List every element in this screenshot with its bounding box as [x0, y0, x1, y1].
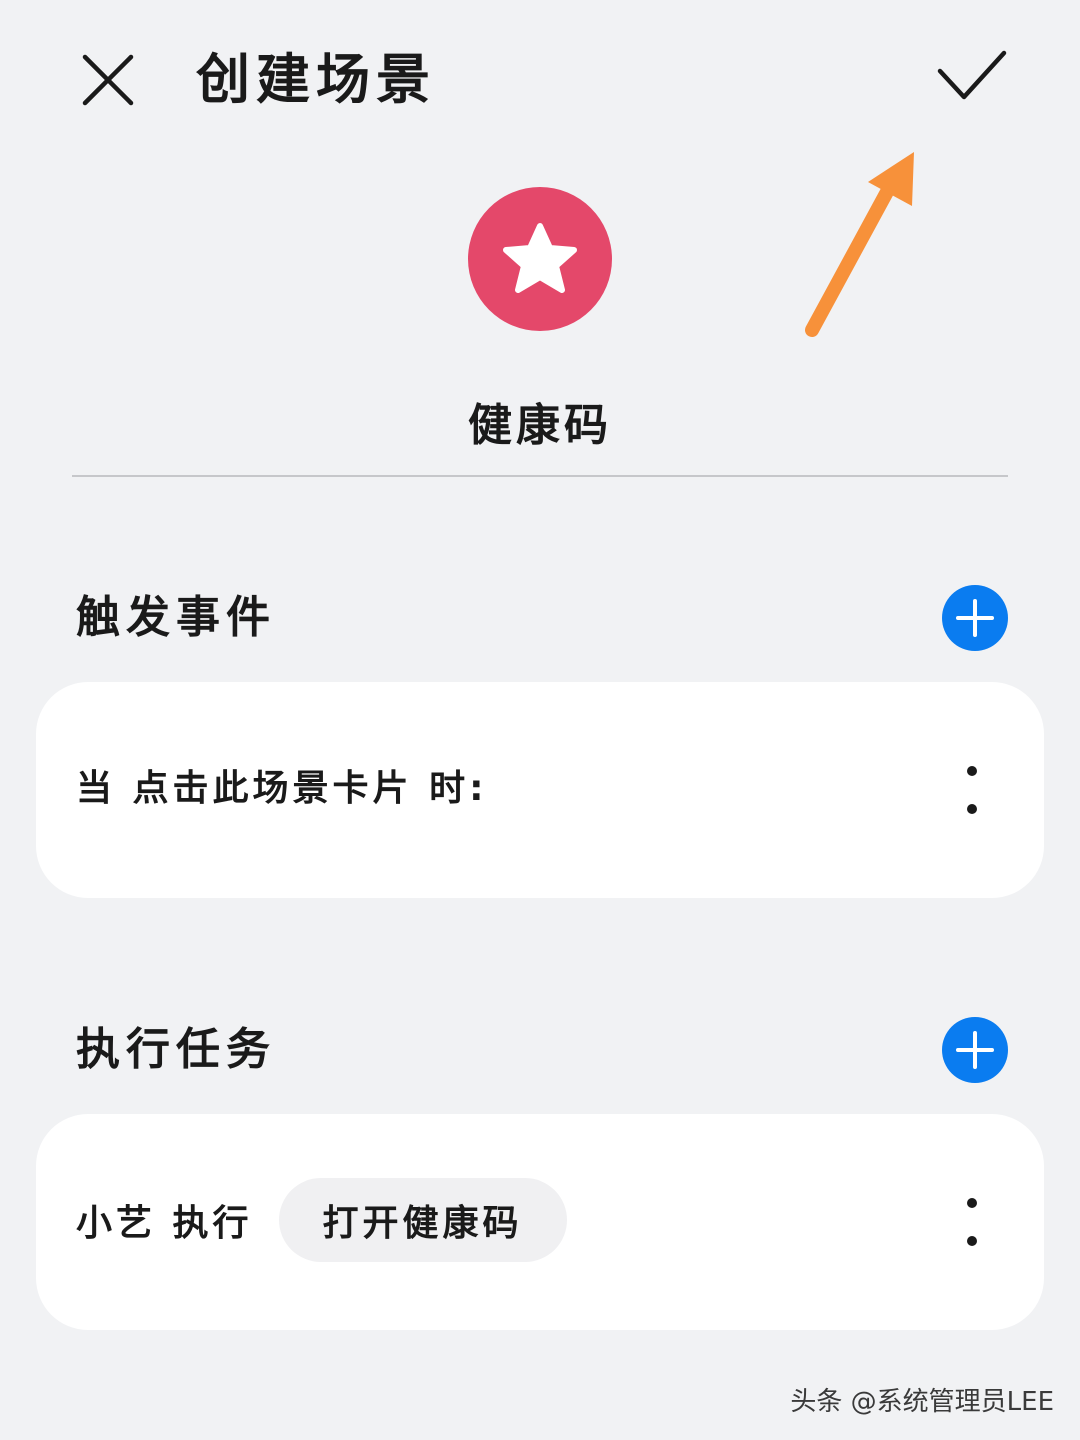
- create-scene-page: 创建场景 健康码 触发事件 当 点击此场景卡片 时: 执行任务 小艺 执行 打开…: [0, 0, 1080, 1440]
- more-dot-icon: [967, 1236, 977, 1246]
- scene-icon-button[interactable]: [468, 187, 612, 331]
- task-action-chip[interactable]: 打开健康码: [278, 1178, 567, 1262]
- trigger-more-button[interactable]: [950, 760, 994, 820]
- close-icon: [82, 54, 134, 106]
- trigger-card[interactable]: 当 点击此场景卡片 时:: [36, 682, 1044, 898]
- annotation-arrow-icon: [805, 152, 914, 337]
- scene-name-field[interactable]: 健康码: [72, 396, 1008, 456]
- star-icon: [503, 223, 577, 293]
- task-section-title: 执行任务: [76, 1024, 276, 1075]
- plus-icon: [956, 599, 994, 637]
- trigger-text: 当 点击此场景卡片 时:: [76, 768, 488, 809]
- more-dot-icon: [967, 766, 977, 776]
- more-dot-icon: [967, 1198, 977, 1208]
- task-more-button[interactable]: [950, 1192, 994, 1252]
- task-card[interactable]: 小艺 执行 打开健康码: [36, 1114, 1044, 1330]
- task-row: 小艺 执行 打开健康码: [76, 1178, 567, 1262]
- confirm-button[interactable]: [930, 40, 1014, 112]
- watermark: 头条 @系统管理员LEE: [790, 1387, 1054, 1417]
- checkmark-icon: [937, 50, 1007, 100]
- page-title: 创建场景: [196, 48, 436, 111]
- close-button[interactable]: [74, 46, 142, 114]
- more-dot-icon: [967, 804, 977, 814]
- divider: [72, 475, 1008, 477]
- task-prefix: 小艺 执行: [76, 1203, 253, 1244]
- plus-icon: [956, 1031, 994, 1069]
- add-task-button[interactable]: [942, 1017, 1008, 1083]
- trigger-section-title: 触发事件: [76, 592, 276, 643]
- add-trigger-button[interactable]: [942, 585, 1008, 651]
